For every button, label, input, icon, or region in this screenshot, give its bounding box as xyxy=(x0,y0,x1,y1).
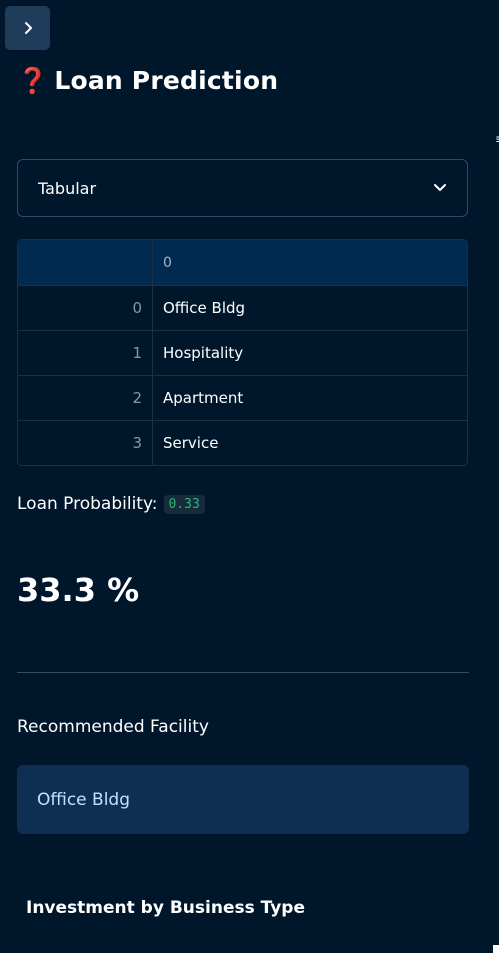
table-row: 0 Office Bldg xyxy=(18,285,467,330)
menu-edge-icon[interactable]: ≡ xyxy=(495,132,499,146)
row-value: Hospitality xyxy=(163,344,244,362)
recommended-facility-label: Recommended Facility xyxy=(17,717,209,737)
table-row: 2 Apartment xyxy=(18,375,467,420)
probability-value: 0.33 xyxy=(163,494,205,514)
row-value: Service xyxy=(163,434,219,452)
table-row: 3 Service xyxy=(18,420,467,465)
section-title: Investment by Business Type xyxy=(26,898,305,918)
row-value: Office Bldg xyxy=(163,299,246,317)
divider xyxy=(17,672,469,673)
app-page: ❓Loan Prediction ≡ Tabular 0 0 Office Bl… xyxy=(0,0,499,953)
select-value: Tabular xyxy=(38,178,97,198)
row-index: 1 xyxy=(18,331,153,375)
chevron-down-icon xyxy=(434,184,446,191)
table-header-index xyxy=(18,240,153,285)
loan-probability: Loan Probability: 0.33 xyxy=(17,494,205,514)
probability-label: Loan Probability: xyxy=(17,494,158,514)
table-row: 1 Hospitality xyxy=(18,330,467,375)
chevron-right-icon xyxy=(24,22,32,34)
scrollbar-corner[interactable] xyxy=(493,945,499,953)
row-index: 3 xyxy=(18,421,153,465)
recommended-facility-value: Office Bldg xyxy=(37,789,130,810)
recommended-facility-box: Office Bldg xyxy=(17,765,469,834)
table-header-col: 0 xyxy=(163,254,172,271)
data-table: 0 0 Office Bldg 1 Hospitality 2 Apartmen… xyxy=(17,239,468,466)
row-index: 0 xyxy=(18,286,153,330)
table-header: 0 xyxy=(18,240,467,285)
page-title-text: Loan Prediction xyxy=(54,66,279,95)
page-title: ❓ Loan Prediction xyxy=(17,62,278,100)
question-mark-icon: ❓ xyxy=(17,66,49,95)
row-value: Apartment xyxy=(163,389,244,407)
expand-sidebar-button[interactable] xyxy=(5,6,50,50)
view-mode-select[interactable]: Tabular xyxy=(17,159,468,217)
row-index: 2 xyxy=(18,376,153,420)
probability-percent: 33.3 % xyxy=(17,571,140,609)
